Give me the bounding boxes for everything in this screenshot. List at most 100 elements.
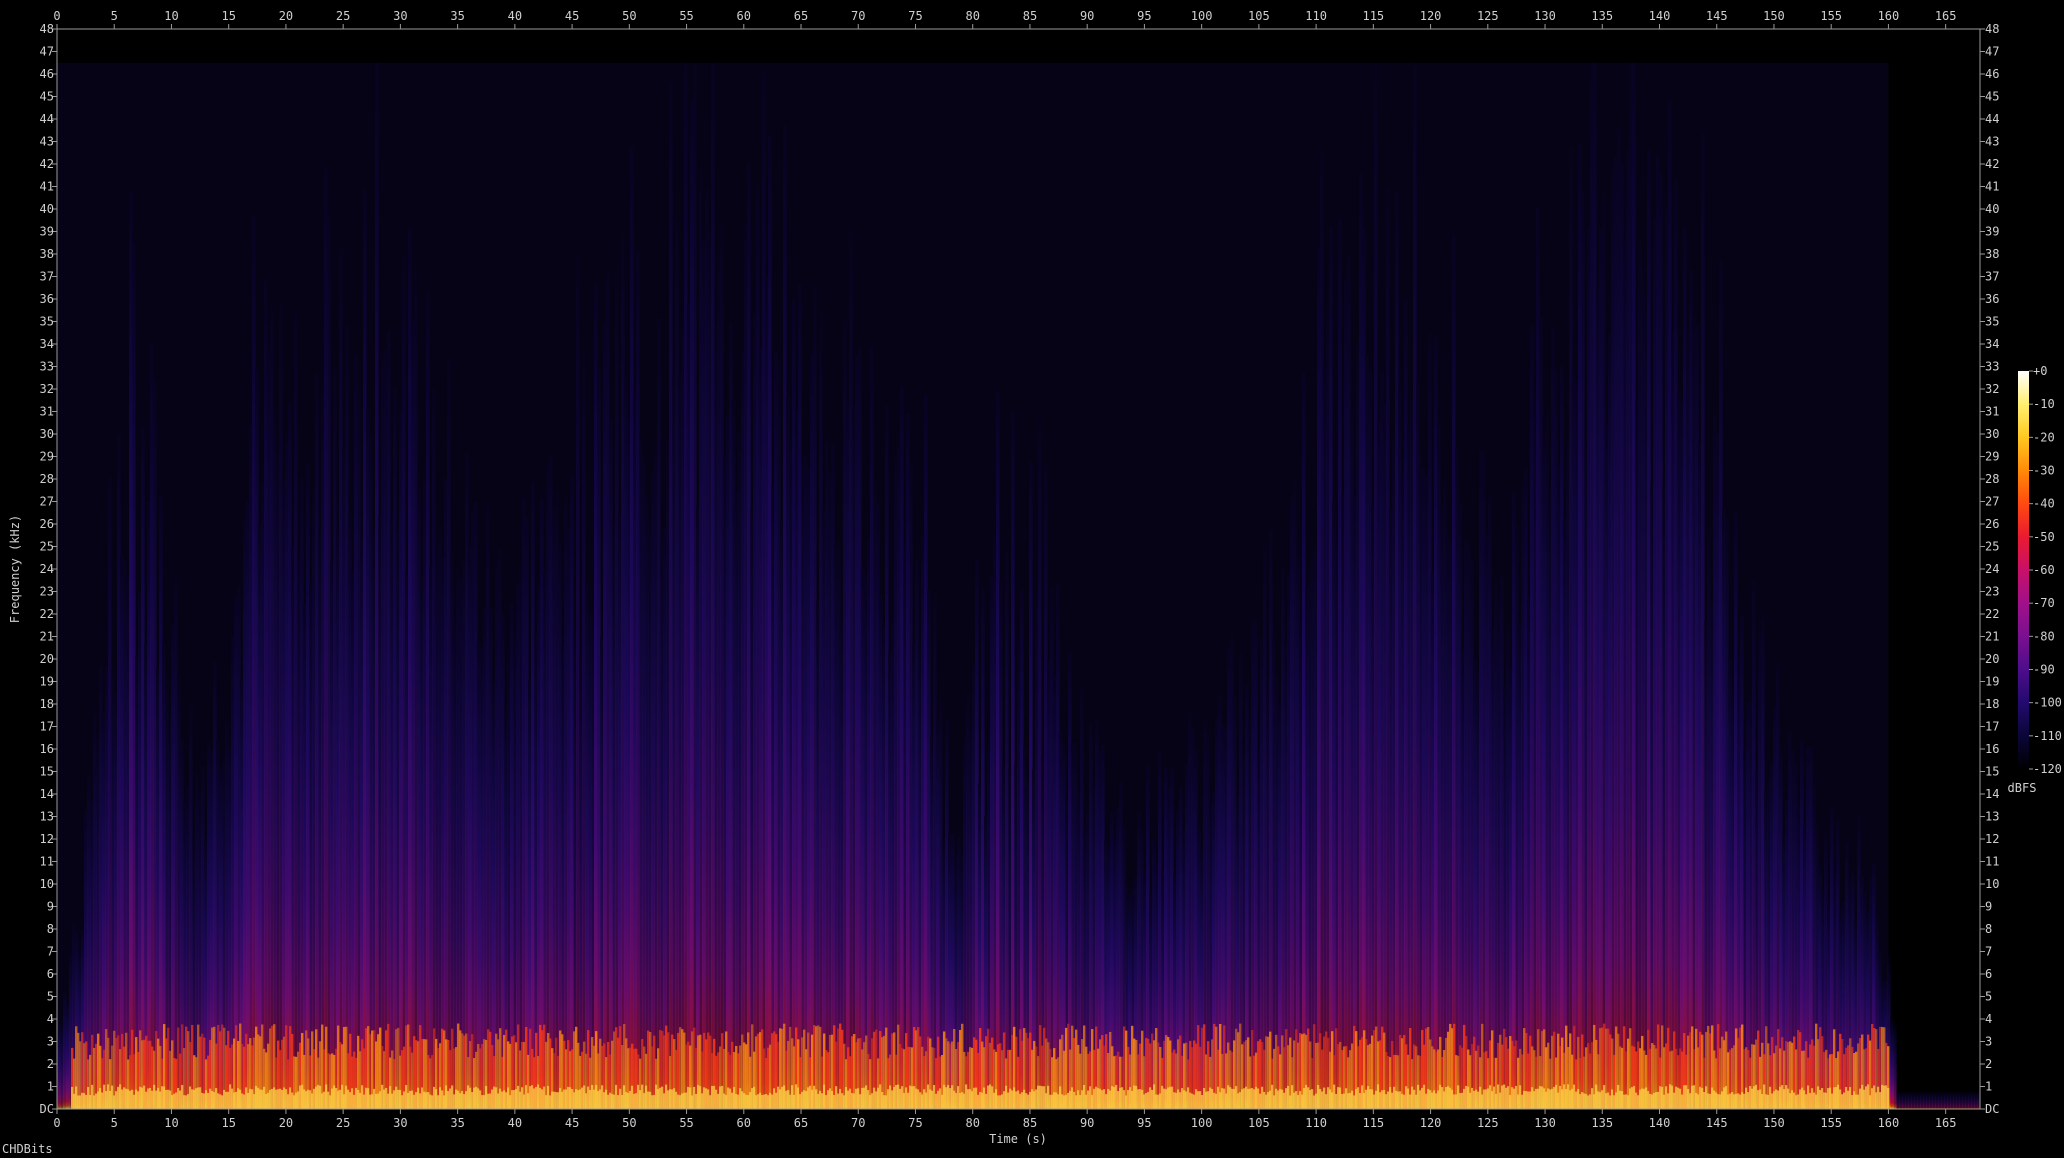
y-tick-label: 46 <box>40 67 54 81</box>
x-tick-label: 115 <box>1362 1116 1384 1130</box>
x-tick-label: 100 <box>1191 9 1213 23</box>
y-tick-label: 29 <box>1985 450 1999 464</box>
y-tick-label: 24 <box>1985 562 1999 576</box>
x-tick-label: 35 <box>450 9 464 23</box>
y-tick-label: 8 <box>1985 922 1992 936</box>
colorbar-label: dBFS <box>2008 781 2037 795</box>
colorbar-tick-label: -50 <box>2033 530 2055 544</box>
x-tick-label: 60 <box>737 9 751 23</box>
x-tick-label: 50 <box>622 9 636 23</box>
colorbar-tick-label: +0 <box>2033 364 2047 378</box>
y-tick-label: 27 <box>40 495 54 509</box>
y-tick-label: 38 <box>40 247 54 261</box>
y-tick-label: 20 <box>40 652 54 666</box>
x-tick-label: 85 <box>1023 9 1037 23</box>
y-tick-label: 20 <box>1985 652 1999 666</box>
y-tick-label: 33 <box>40 360 54 374</box>
x-tick-label: 110 <box>1305 1116 1327 1130</box>
x-tick-label: 145 <box>1706 9 1728 23</box>
x-tick-label: 155 <box>1820 9 1842 23</box>
colorbar-ticks: +0 -10 -20 -30 -40 -50 -60 -70 -80 -90 -100 -110 -12… <box>2029 364 2062 776</box>
y-tick-label: 25 <box>40 540 54 554</box>
y-tick-label: 3 <box>47 1035 54 1049</box>
y-tick-label: 10 <box>40 877 54 891</box>
y-tick-label: 13 <box>1985 810 1999 824</box>
x-tick-label: 55 <box>679 1116 693 1130</box>
x-tick-label: 160 <box>1878 9 1900 23</box>
y-tick-label: 28 <box>1985 472 1999 486</box>
x-tick-label: 90 <box>1080 9 1094 23</box>
x-tick-label: 160 <box>1878 1116 1900 1130</box>
x-tick-label: 65 <box>794 1116 808 1130</box>
y-tick-label: 2 <box>1985 1057 1992 1071</box>
x-tick-label: 55 <box>679 9 693 23</box>
x-tick-label: 75 <box>908 9 922 23</box>
x-tick-label: 130 <box>1534 9 1556 23</box>
y-tick-label: 22 <box>40 607 54 621</box>
noise-floor-band <box>57 62 1889 1109</box>
x-tick-label: 30 <box>393 9 407 23</box>
y-tick-label: 22 <box>1985 607 1999 621</box>
y-tick-label: 15 <box>1985 765 1999 779</box>
x-tick-label: 120 <box>1420 9 1442 23</box>
y-tick-label: 9 <box>1985 900 1992 914</box>
y-tick-label: 19 <box>1985 675 1999 689</box>
x-tick-label: 25 <box>336 1116 350 1130</box>
y-tick-label: 4 <box>47 1012 54 1026</box>
x-tick-label: 15 <box>221 1116 235 1130</box>
y-axis-title: Frequency (kHz) <box>8 515 22 623</box>
x-tick-label: 15 <box>221 9 235 23</box>
colorbar-tick-label: -100 <box>2033 696 2062 710</box>
x-tick-label: 105 <box>1248 9 1270 23</box>
spectrogram-plot-area <box>56 28 1981 1110</box>
bass-column <box>1887 1087 1890 1109</box>
y-tick-label: 36 <box>40 292 54 306</box>
y-tick-label: 42 <box>1985 157 1999 171</box>
y-tick-label: 44 <box>1985 112 1999 126</box>
x-tick-label: 10 <box>164 9 178 23</box>
y-tick-label: 40 <box>1985 202 1999 216</box>
colorbar-tick-label: -10 <box>2033 397 2055 411</box>
y-tick-label: 34 <box>1985 337 1999 351</box>
y-tick-label: 48 <box>40 22 54 36</box>
y-tick-label: 12 <box>40 832 54 846</box>
x-tick-label: 140 <box>1649 9 1671 23</box>
y-tick-label: 8 <box>47 922 54 936</box>
x-axis-bottom: 0 5 10 15 20 25 30 35 40 45 50 55 60 65 70 75 80 85 90 95 10… <box>53 1109 1957 1130</box>
y-tick-label: 12 <box>1985 832 1999 846</box>
x-tick-label: 50 <box>622 1116 636 1130</box>
y-tick-label: 2 <box>47 1057 54 1071</box>
colorbar-tick-label: -60 <box>2033 563 2055 577</box>
x-tick-label: 80 <box>965 9 979 23</box>
x-tick-label: 140 <box>1649 1116 1671 1130</box>
y-tick-label: 31 <box>40 405 54 419</box>
x-tick-label: 5 <box>111 1116 118 1130</box>
x-tick-label: 145 <box>1706 1116 1728 1130</box>
y-tick-label: 16 <box>40 742 54 756</box>
y-tick-label: DC <box>40 1102 54 1116</box>
y-tick-label: 32 <box>40 382 54 396</box>
x-tick-label: 20 <box>279 9 293 23</box>
x-tick-label: 75 <box>908 1116 922 1130</box>
x-tick-label: 0 <box>53 9 60 23</box>
x-tick-label: 40 <box>508 9 522 23</box>
colorbar-tick-label: -90 <box>2033 663 2055 677</box>
y-tick-label: 23 <box>1985 585 1999 599</box>
x-tick-label: 125 <box>1477 9 1499 23</box>
y-tick-label: 43 <box>40 135 54 149</box>
x-tick-label: 5 <box>111 9 118 23</box>
colorbar-tick-label: -80 <box>2033 629 2055 643</box>
y-tick-label: 1 <box>47 1080 54 1094</box>
x-tick-label: 100 <box>1191 1116 1213 1130</box>
y-tick-label: 25 <box>1985 540 1999 554</box>
y-tick-label: 7 <box>1985 945 1992 959</box>
spectrogram-chart: 0 5 10 15 20 25 30 35 40 45 50 55 60 65 70 75 80 85 90 95 10… <box>8 9 2062 1146</box>
y-tick-label: 10 <box>1985 877 1999 891</box>
y-tick-label: 41 <box>40 180 54 194</box>
y-axis-right: DC12345678910111213141516171819202122232… <box>1980 22 1999 1116</box>
colorbar-tick-label: -120 <box>2033 762 2062 776</box>
y-tick-label: 18 <box>40 697 54 711</box>
y-tick-label: 47 <box>1985 45 1999 59</box>
y-tick-label: 6 <box>1985 967 1992 981</box>
x-tick-label: 110 <box>1305 9 1327 23</box>
